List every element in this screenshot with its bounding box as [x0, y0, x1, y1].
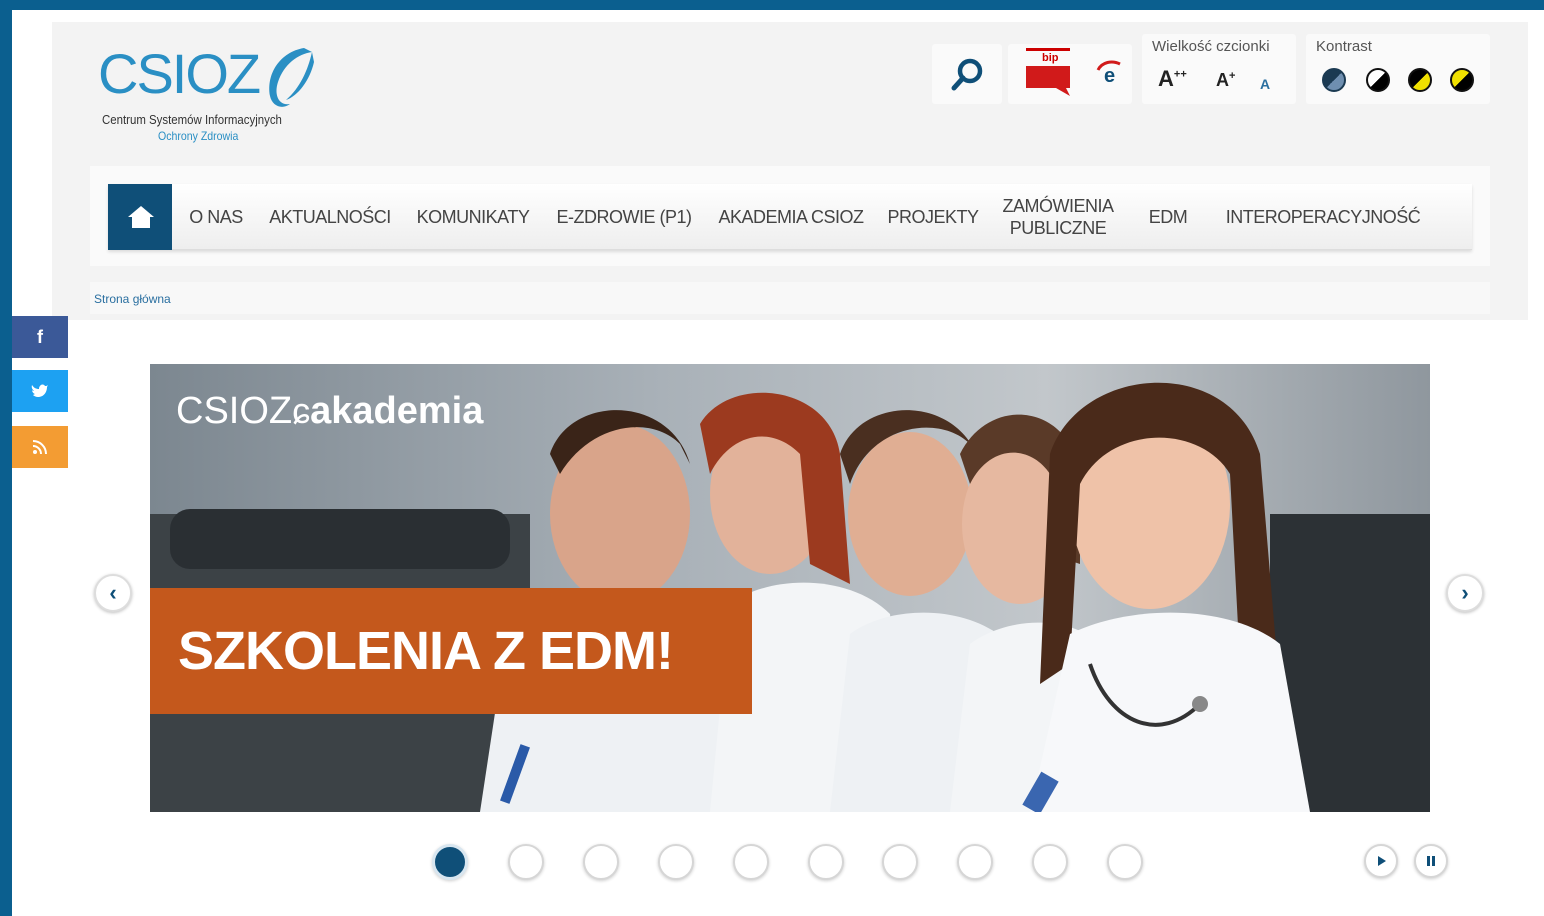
- contrast-black-yellow-button[interactable]: [1408, 68, 1432, 92]
- slider-dot-9[interactable]: [1032, 844, 1068, 880]
- slider-dot-5[interactable]: [733, 844, 769, 880]
- logo[interactable]: CSIOZ Centrum Systemów Informacyjnych Oc…: [98, 42, 328, 152]
- nav-item-o-nas[interactable]: O NAS: [178, 184, 254, 250]
- rss-link[interactable]: [12, 426, 68, 468]
- font-small-letter: A: [1260, 76, 1271, 92]
- twitter-icon: [31, 384, 48, 397]
- slider-dot-4[interactable]: [658, 844, 694, 880]
- facebook-icon: f: [37, 326, 43, 347]
- slider-dot-6[interactable]: [808, 844, 844, 880]
- facebook-link[interactable]: f: [12, 316, 68, 358]
- contrast-yellow-black-button[interactable]: [1450, 68, 1474, 92]
- font-size-box: Wielkość czcionki A++ A+ A: [1142, 34, 1296, 104]
- slide-headline-banner: SZKOLENIA Z EDM!: [150, 588, 752, 714]
- bip-flag-icon: [1026, 66, 1070, 96]
- slider-prev-button[interactable]: ‹: [94, 574, 132, 612]
- chevron-left-icon: ‹: [109, 580, 117, 605]
- twitter-link[interactable]: [12, 370, 68, 412]
- font-medium-letter: A: [1216, 70, 1229, 90]
- rss-icon: [32, 440, 47, 455]
- chevron-right-icon: ›: [1461, 580, 1469, 605]
- slider-dot-7[interactable]: [882, 844, 918, 880]
- nav-item-projekty[interactable]: PROJEKTY: [878, 184, 988, 250]
- slider-image[interactable]: CSIOZɕakademia SZKOLENIA Z EDM!: [150, 364, 1430, 812]
- pause-icon: [1427, 856, 1435, 866]
- nav-item-interoperacyjnosc[interactable]: INTEROPERACYJNOŚĆ: [1212, 184, 1434, 250]
- font-size-small-button[interactable]: A: [1260, 76, 1270, 92]
- slider-play-button[interactable]: [1364, 844, 1398, 878]
- slider-dot-10[interactable]: [1107, 844, 1143, 880]
- slider-dot-1[interactable]: [432, 844, 468, 880]
- slider-next-button[interactable]: ›: [1446, 574, 1484, 612]
- breadcrumb-bar: [90, 282, 1490, 314]
- font-size-large-button[interactable]: A++: [1158, 66, 1187, 92]
- font-large-letter: A: [1158, 66, 1174, 91]
- home-icon: [128, 206, 154, 228]
- font-large-sup: ++: [1173, 68, 1187, 81]
- slider-dot-2[interactable]: [508, 844, 544, 880]
- font-size-label: Wielkość czcionki: [1152, 38, 1270, 55]
- logo-swoosh-icon: [269, 48, 314, 107]
- nav-item-edm[interactable]: EDM: [1128, 184, 1208, 250]
- page: CSIOZ Centrum Systemów Informacyjnych Oc…: [12, 10, 1544, 916]
- logo-wordmark: CSIOZ: [98, 42, 261, 105]
- slide-brand-prefix: CSIOZ: [176, 390, 293, 432]
- nav-item-akademia[interactable]: AKADEMIA CSIOZ: [706, 184, 876, 250]
- bip-top-bar: [1026, 48, 1070, 51]
- slide-brand: CSIOZɕakademia: [176, 390, 483, 433]
- slide-brand-swoosh-icon: ɕ: [292, 390, 311, 431]
- epuap-icon[interactable]: e: [1096, 58, 1126, 86]
- play-icon: [1378, 856, 1386, 866]
- slider-pause-button[interactable]: [1414, 844, 1448, 878]
- slide-brand-suffix: akademia: [310, 390, 484, 432]
- search-icon[interactable]: [950, 56, 986, 92]
- slider-dot-3[interactable]: [583, 844, 619, 880]
- nav-item-komunikaty[interactable]: KOMUNIKATY: [404, 184, 542, 250]
- contrast-box: Kontrast: [1306, 34, 1490, 104]
- bip-label: bip: [1042, 52, 1059, 64]
- slide-headline: SZKOLENIA Z EDM!: [178, 621, 674, 681]
- contrast-default-button[interactable]: [1322, 68, 1346, 92]
- breadcrumb-home-link[interactable]: Strona główna: [94, 292, 171, 306]
- contrast-black-white-button[interactable]: [1366, 68, 1390, 92]
- logo-subtitle-line1: Centrum Systemów Informacyjnych: [102, 112, 282, 127]
- bip-box: bip e: [1008, 44, 1132, 104]
- nav-item-e-zdrowie[interactable]: E-ZDROWIE (P1): [546, 184, 702, 250]
- slider-dot-8[interactable]: [957, 844, 993, 880]
- nav-item-zamowienia[interactable]: ZAMÓWIENIA PUBLICZNE: [992, 184, 1124, 250]
- search-box: [932, 44, 1002, 104]
- bip-link[interactable]: bip: [1026, 48, 1070, 98]
- nav-home-button[interactable]: [108, 184, 172, 250]
- logo-subtitle-line2: Ochrony Zdrowia: [158, 129, 239, 143]
- nav-item-aktualnosci[interactable]: AKTUALNOŚCI: [260, 184, 400, 250]
- font-medium-sup: +: [1229, 70, 1236, 82]
- contrast-label: Kontrast: [1316, 38, 1372, 55]
- font-size-medium-button[interactable]: A+: [1216, 70, 1235, 91]
- svg-text:e: e: [1104, 65, 1115, 86]
